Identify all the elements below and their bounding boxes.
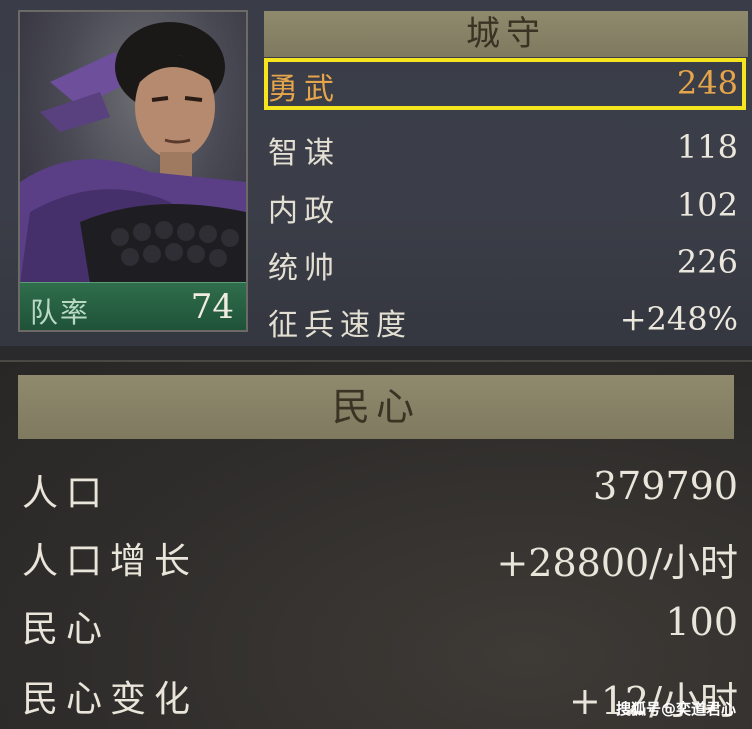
- stat-value: 118: [676, 128, 738, 166]
- stat-value: 248: [676, 64, 738, 102]
- portrait-illustration: [20, 22, 246, 284]
- morale-label: 人口: [22, 473, 111, 514]
- stat-label: 征兵速度: [268, 308, 412, 343]
- general-portrait-frame[interactable]: 队率 74: [18, 10, 248, 332]
- general-info-panel: 队率 74 城守 勇武 248 智谋 118 内政 102 统帅 226 征兵速…: [0, 0, 752, 346]
- stat-value: 102: [676, 186, 738, 224]
- troop-rank-value: 74: [190, 287, 234, 327]
- morale-value: 100: [665, 600, 738, 644]
- morale-value: 379790: [592, 464, 738, 508]
- morale-value: +28800/小时: [496, 541, 738, 585]
- stat-label: 勇武: [268, 72, 340, 107]
- stat-value: 226: [676, 243, 738, 281]
- morale-label: 人口增长: [22, 541, 199, 582]
- morale-label: 民心变化: [22, 679, 199, 720]
- stat-row-valor[interactable]: 勇武 248: [264, 58, 746, 110]
- stat-row-strategy[interactable]: 智谋 118: [264, 122, 746, 174]
- troop-rank-bar: 队率 74: [20, 282, 246, 330]
- stat-row-politics[interactable]: 内政 102: [264, 180, 746, 232]
- stat-row-recruit-speed[interactable]: 征兵速度 +248%: [264, 294, 746, 346]
- watermark: 搜狐号@奕道君心: [615, 700, 736, 718]
- morale-row-population[interactable]: 人口 379790: [0, 458, 752, 518]
- morale-row-morale[interactable]: 民心 100: [0, 594, 752, 654]
- stat-label: 智谋: [268, 136, 340, 171]
- morale-row-population-growth[interactable]: 人口增长 +28800/小时: [0, 526, 752, 586]
- stat-label: 统帅: [268, 251, 340, 286]
- morale-label: 民心: [22, 609, 111, 650]
- morale-header: 民心: [18, 375, 734, 439]
- general-portrait: [20, 12, 246, 284]
- troop-rank-label: 队率: [30, 296, 91, 329]
- city-defense-header: 城守: [264, 11, 748, 57]
- stat-value: +248%: [619, 300, 738, 338]
- stat-label: 内政: [268, 194, 340, 229]
- stat-row-command[interactable]: 统帅 226: [264, 237, 746, 289]
